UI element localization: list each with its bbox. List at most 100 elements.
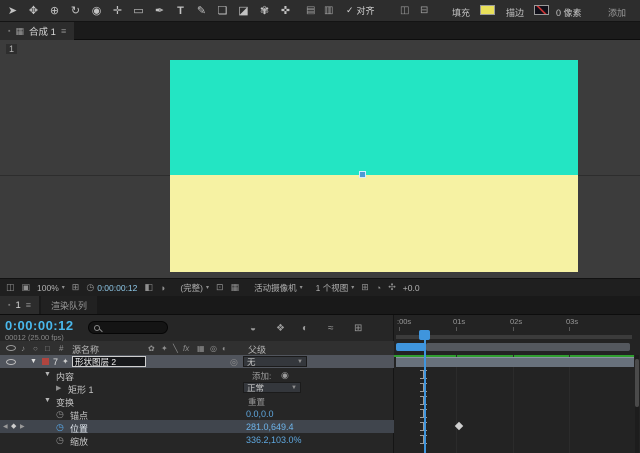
rectangle-group-row[interactable]: ▶ 矩形 1 正常 ▼ [0, 381, 394, 395]
add-keyframe-icon[interactable]: ◆ [11, 422, 16, 430]
clock-icon: ◷ [86, 282, 95, 292]
camera-tool-icon[interactable]: ◉ [90, 4, 103, 17]
layer-twirl-icon[interactable]: ▼ [30, 358, 37, 365]
selection-tool-icon[interactable]: ➤ [6, 4, 19, 17]
position-row[interactable]: ◀ ◆ ▶ ◷ 位置 281.0,649.4 [0, 420, 394, 434]
camera-dropdown[interactable]: 活动摄像机 ▾ [254, 282, 303, 294]
rotation-tool-icon[interactable]: ↻ [69, 4, 82, 17]
magnification-icon[interactable]: ▣ [22, 282, 31, 293]
shape-tool-icon[interactable]: ▭ [132, 4, 145, 17]
add-button-icon[interactable]: ◉ [281, 370, 289, 381]
stopwatch-icon[interactable]: ◷ [56, 435, 64, 446]
layer-label-swatch[interactable] [42, 358, 49, 365]
position-value[interactable]: 281.0,649.4 [246, 422, 294, 432]
view-layout-dropdown[interactable]: 1 个视图 ▾ [316, 282, 355, 294]
composition-panel-tab[interactable]: ▪ ▦ 合成 1 ≡ [0, 22, 75, 40]
stroke-width-value[interactable]: 0 像素 [556, 6, 582, 19]
resolution-dropdown[interactable]: (完整) ▾ [180, 282, 209, 294]
twirl-open-icon[interactable]: ▼ [44, 397, 51, 404]
grid-guides-icon[interactable]: ⊞ [72, 282, 80, 293]
work-area-bar[interactable] [396, 335, 632, 339]
timeline-tab-strip: ▪ 1 ≡ 渲染队列 [0, 296, 640, 314]
stroke-color-swatch[interactable] [534, 5, 549, 15]
collapse-switch-icon: ✦ [161, 344, 168, 353]
puppet-pin-tool-icon[interactable]: ✜ [279, 4, 292, 17]
time-navigator-cached-segment[interactable] [396, 343, 426, 351]
anchor-point-handle[interactable] [359, 171, 366, 178]
fill-label[interactable]: 填充 [452, 6, 470, 19]
snapshot-icon[interactable]: ◧ [144, 282, 153, 293]
layer-name-edit-box[interactable]: 形状图层 2 [72, 356, 146, 367]
layer-row[interactable]: ▼ 7 ✦ 形状图层 2 ◎ 无 ▼ [0, 355, 394, 368]
transform-group-row[interactable]: ▼ 变换 重置 [0, 394, 394, 408]
comp-nav-label[interactable]: 1 [6, 44, 18, 54]
composition-viewer[interactable]: 1 [0, 40, 640, 278]
current-timecode[interactable]: 0:00:00:12 [5, 318, 74, 333]
exposure-value[interactable]: +0.0 [403, 283, 420, 293]
stopwatch-icon-active[interactable]: ◷ [56, 422, 64, 433]
layer-visibility-eye-icon[interactable] [6, 359, 16, 365]
always-preview-icon[interactable]: ◫ [6, 282, 15, 293]
playhead-handle[interactable] [419, 330, 430, 340]
clone-stamp-tool-icon[interactable]: ❏ [216, 4, 229, 17]
preview-time-display[interactable]: ◷ 0:00:00:12 [86, 282, 137, 293]
toolbar-right-label[interactable]: 添加 [608, 6, 626, 19]
scale-row[interactable]: ◷ 缩放 336.2,103.0% [0, 433, 394, 448]
next-keyframe-icon[interactable]: ▶ [20, 423, 25, 430]
stopwatch-icon[interactable]: ◷ [56, 409, 64, 420]
parent-dropdown[interactable]: 无 ▼ [243, 356, 307, 367]
contents-group-row[interactable]: ▼ 内容 添加: ◉ [0, 368, 394, 382]
twirl-open-icon[interactable]: ▼ [44, 371, 51, 378]
comp-canvas[interactable] [170, 60, 578, 272]
grid-options-icon[interactable]: ▥ [324, 5, 333, 16]
frame-blend-icon[interactable]: ◐ [302, 323, 308, 334]
stroke-label[interactable]: 描边 [506, 6, 524, 19]
fill-color-swatch[interactable] [480, 5, 495, 15]
transparency-grid-icon[interactable]: ▦ [231, 282, 240, 293]
time-navigator-bar[interactable] [426, 343, 630, 351]
scale-label[interactable]: 缩放 [70, 435, 88, 448]
brush-tool-icon[interactable]: ✎ [195, 4, 208, 17]
playhead-line[interactable] [424, 330, 426, 453]
panel-menu-icon[interactable]: ≡ [61, 26, 66, 36]
exposure-icon[interactable]: ✣ [388, 282, 396, 293]
eraser-tool-icon[interactable]: ◪ [237, 4, 250, 17]
search-input[interactable] [88, 321, 168, 334]
region-of-interest-icon[interactable]: ⊡ [216, 282, 224, 293]
prev-keyframe-icon[interactable]: ◀ [3, 423, 8, 430]
fast-previews-icon[interactable]: ◔ [376, 283, 381, 293]
graph-editor-icon[interactable]: ⊞ [354, 323, 362, 334]
twirl-closed-icon[interactable]: ▶ [56, 384, 61, 392]
show-channel-icon[interactable]: ◑ [160, 283, 165, 293]
ruler-label: 01s [453, 317, 466, 326]
shy-icon[interactable]: ❖ [276, 323, 285, 334]
blend-mode-dropdown[interactable]: 正常 ▼ [243, 382, 301, 393]
mask-mode-icon[interactable]: ◫ [400, 5, 409, 16]
search-icon [94, 324, 100, 331]
scale-value[interactable]: 336.2,103.0% [246, 435, 302, 445]
layer-duration-bar[interactable] [396, 357, 634, 367]
anchor-point-value[interactable]: 0.0,0.0 [246, 409, 274, 419]
feather-icon[interactable]: ⊟ [420, 5, 428, 16]
type-tool-icon[interactable]: T [174, 5, 187, 17]
pen-tool-icon[interactable]: ✒ [153, 4, 166, 17]
parent-pickwhip-icon[interactable]: ◎ [230, 357, 238, 368]
pan-behind-tool-icon[interactable]: ✛ [111, 4, 124, 17]
motion-blur-switch-icon: ◎ [210, 344, 217, 353]
zoom-dropdown[interactable]: 100% ▾ [37, 283, 65, 293]
timeline-track-area[interactable]: :00s 01s 02s 03s [394, 315, 640, 453]
zoom-tool-icon[interactable]: ⊕ [48, 4, 61, 17]
comp-mini-flow-icon[interactable]: ◒ [250, 323, 256, 334]
anchor-point-row[interactable]: ◷ 锚点 0.0,0.0 [0, 407, 394, 421]
timeline-comp-tab[interactable]: ▪ 1 ≡ [0, 296, 40, 314]
motion-blur-icon[interactable]: ≈ [328, 323, 334, 334]
axis-mode-icon[interactable]: ▤ [306, 5, 315, 16]
hand-tool-icon[interactable]: ✥ [27, 4, 40, 17]
roto-brush-tool-icon[interactable]: ✾ [258, 4, 271, 17]
snap-align-checkbox[interactable]: ✓ 对齐 [346, 4, 375, 17]
panel-menu-icon[interactable]: ≡ [26, 300, 31, 310]
timeline-column-header: ♪ ○ □ # 源名称 ✿ ✦ ╲ fx ▦ ◎ ◐ 父级 [0, 341, 394, 355]
pixel-aspect-icon[interactable]: ⊞ [361, 282, 369, 293]
render-queue-tab[interactable]: 渲染队列 [41, 296, 98, 314]
scrollbar-thumb[interactable] [635, 359, 639, 407]
